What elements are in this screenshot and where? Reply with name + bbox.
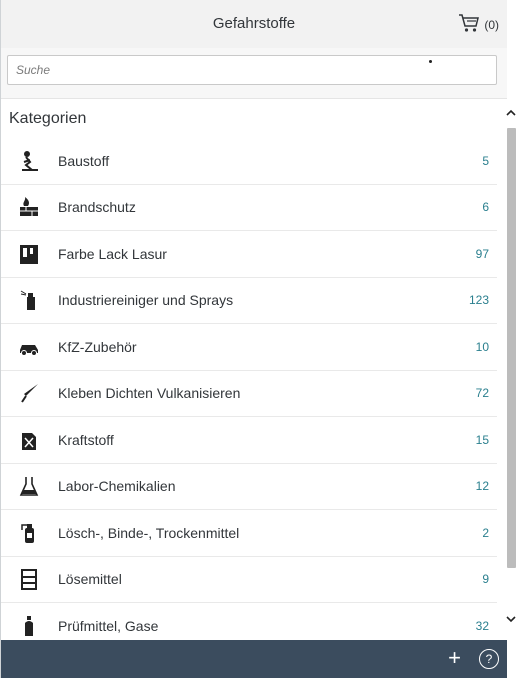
list-item[interactable]: Lösch-, Binde-, Trockenmittel 2 bbox=[1, 510, 497, 557]
list-item-label: Lösch-, Binde-, Trockenmittel bbox=[58, 524, 240, 541]
footer-bar: + ? bbox=[1, 640, 507, 678]
list-item-count: 6 bbox=[482, 200, 489, 215]
cart-button[interactable]: (0) bbox=[458, 13, 499, 36]
scroll-down-chevron-icon[interactable] bbox=[505, 614, 516, 624]
add-button[interactable]: + bbox=[448, 647, 461, 669]
list-item-label: Industriereiniger und Sprays bbox=[58, 292, 234, 309]
search-bar bbox=[1, 48, 507, 99]
fuel-canister-icon bbox=[18, 429, 40, 451]
list-item-label: Farbe Lack Lasur bbox=[58, 245, 167, 262]
header-bar: Gefahrstoffe (0) bbox=[1, 0, 507, 49]
gas-bottle-icon bbox=[18, 615, 40, 637]
list-item-label: Kleben Dichten Vulkanisieren bbox=[58, 385, 241, 402]
list-item[interactable]: KfZ-Zubehör 10 bbox=[1, 324, 497, 371]
search-input[interactable] bbox=[7, 55, 497, 85]
page-title: Gefahrstoffe bbox=[212, 15, 296, 32]
category-list: Baustoff 5 Brandschutz 6 Farbe Lack Lasu… bbox=[1, 138, 497, 649]
list-item[interactable]: Baustoff 5 bbox=[1, 138, 497, 185]
spray-can-icon bbox=[18, 289, 40, 311]
list-item[interactable]: Labor-Chemikalien 12 bbox=[1, 464, 497, 510]
cursor-dot bbox=[429, 60, 432, 63]
fire-extinguisher-icon bbox=[18, 522, 40, 544]
solvent-rack-icon bbox=[18, 568, 40, 591]
paint-can-icon bbox=[18, 243, 40, 265]
list-item-count: 123 bbox=[468, 293, 489, 308]
list-item-count: 32 bbox=[475, 618, 489, 633]
lab-flask-icon bbox=[18, 475, 40, 497]
list-item-count: 9 bbox=[482, 572, 489, 587]
list-item-count: 5 bbox=[482, 153, 489, 168]
list-item-count: 97 bbox=[475, 246, 489, 261]
list-item-label: Lösemittel bbox=[58, 571, 122, 588]
list-item-label: Labor-Chemikalien bbox=[58, 478, 176, 495]
help-button[interactable]: ? bbox=[479, 649, 499, 669]
cart-count: (0) bbox=[484, 17, 499, 32]
list-item-label: Brandschutz bbox=[58, 199, 136, 216]
list-item-label: Prüfmittel, Gase bbox=[58, 617, 159, 634]
list-item[interactable]: Industriereiniger und Sprays 123 bbox=[1, 278, 497, 324]
fire-wall-icon bbox=[18, 196, 40, 218]
list-item-count: 72 bbox=[475, 386, 489, 401]
list-item-label: Baustoff bbox=[58, 152, 110, 169]
list-item-label: KfZ-Zubehör bbox=[58, 338, 137, 355]
list-item[interactable]: Kraftstoff 15 bbox=[1, 417, 497, 464]
list-item[interactable]: Brandschutz 6 bbox=[1, 185, 497, 231]
list-item-label: Kraftstoff bbox=[58, 431, 114, 448]
list-item-count: 10 bbox=[475, 339, 489, 354]
list-item-count: 15 bbox=[475, 432, 489, 447]
cart-icon bbox=[458, 13, 480, 36]
list-item-count: 12 bbox=[475, 479, 489, 494]
app-window: Gefahrstoffe (0) Kategorien Baustoff 5 bbox=[0, 0, 507, 678]
glue-gun-icon bbox=[18, 382, 40, 404]
section-title: Kategorien bbox=[9, 110, 87, 127]
scrollbar-thumb[interactable] bbox=[507, 128, 516, 568]
list-item[interactable]: Lösemittel 9 bbox=[1, 557, 497, 603]
list-item-count: 2 bbox=[482, 525, 489, 540]
list-item[interactable]: Farbe Lack Lasur 97 bbox=[1, 231, 497, 278]
car-icon bbox=[18, 336, 40, 358]
scroll-up-chevron-icon[interactable] bbox=[505, 108, 516, 118]
list-item[interactable]: Kleben Dichten Vulkanisieren 72 bbox=[1, 371, 497, 417]
construction-worker-icon bbox=[18, 150, 40, 172]
